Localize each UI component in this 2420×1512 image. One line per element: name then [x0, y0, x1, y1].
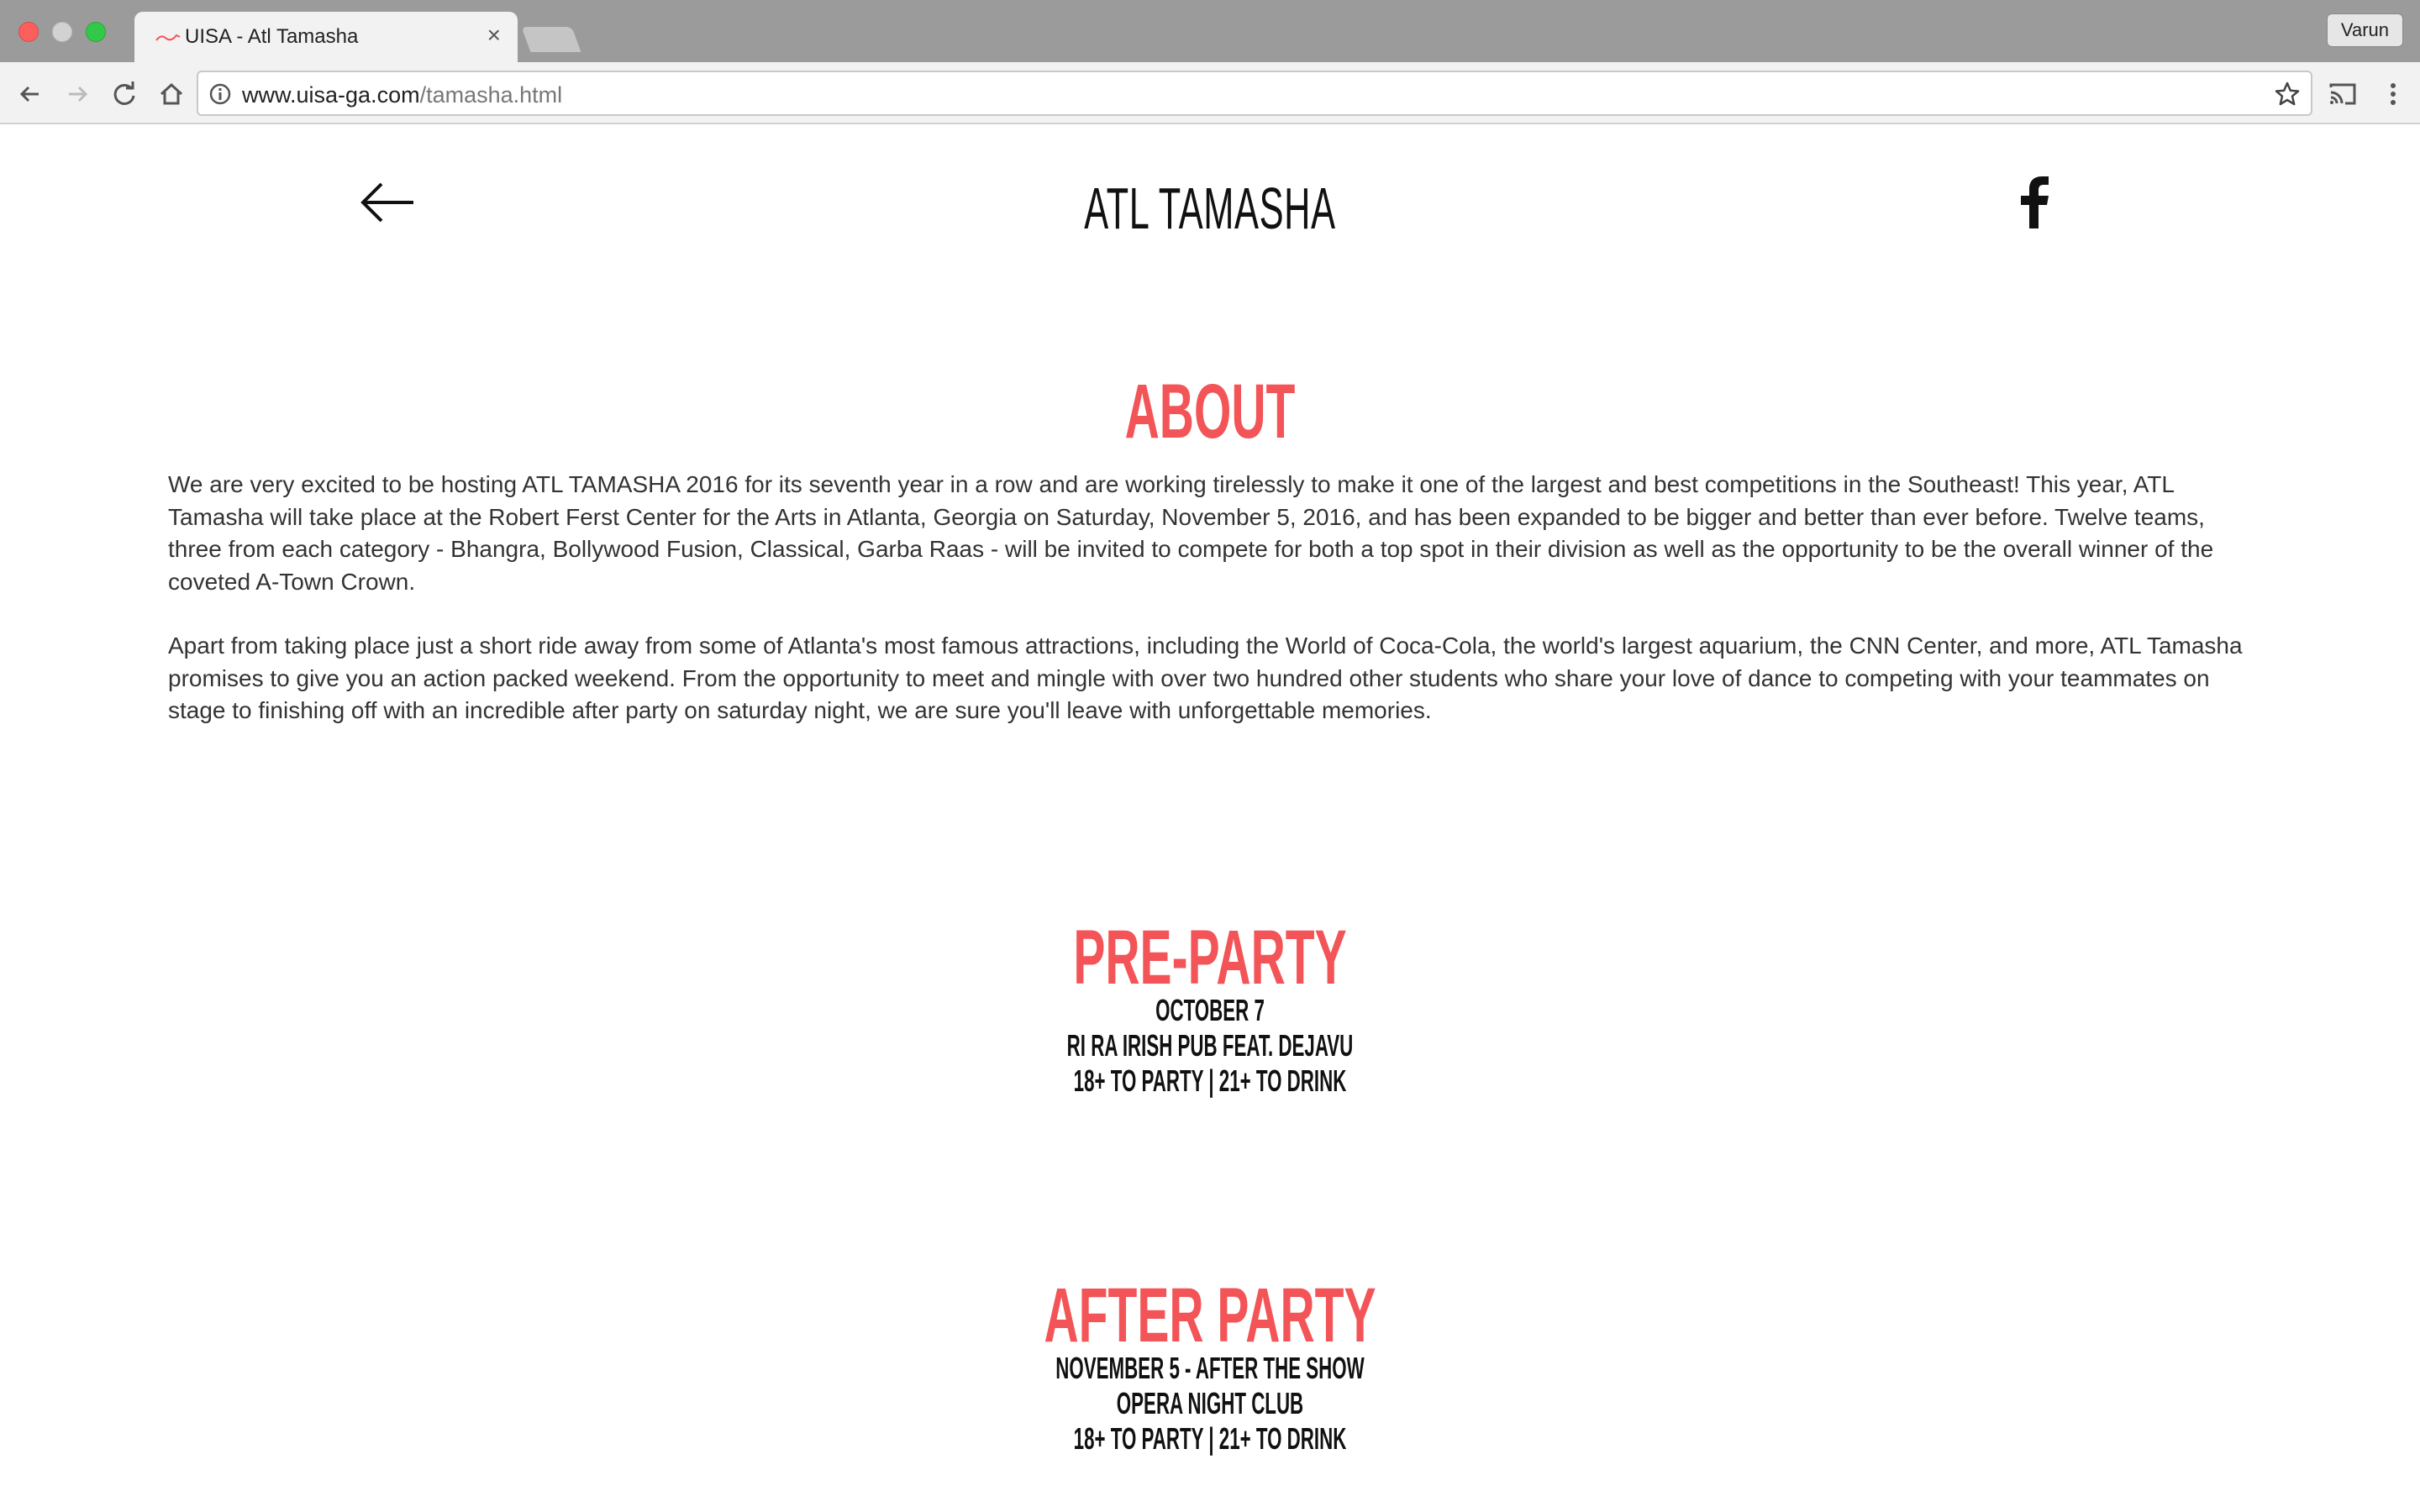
back-arrow-icon[interactable] [360, 181, 415, 223]
about-paragraph: We are very excited to be hosting ATL TA… [168, 471, 2214, 595]
url-text[interactable]: www.uisa-ga.com/tamasha.html [242, 82, 562, 108]
back-icon [19, 86, 39, 102]
after-party-date: NOVEMBER 5 - AFTER THE SHOW [1055, 1351, 1365, 1385]
page-title: ATL TAMASHA [1084, 176, 1336, 241]
forward-icon [69, 86, 88, 102]
cast-icon[interactable] [2326, 77, 2360, 111]
info-icon[interactable] [208, 82, 232, 106]
window-close-button[interactable] [18, 22, 39, 42]
bookmark-star-icon[interactable] [2274, 81, 2301, 108]
url-path: /tamasha.html [419, 82, 563, 108]
tab-title: UISA - Atl Tamasha [185, 25, 359, 48]
pre-party-age: 18+ TO PARTY | 21+ TO DRINK [1073, 1063, 1347, 1098]
after-party-venue: OPERA NIGHT CLUB [1116, 1386, 1304, 1420]
forward-button[interactable] [60, 77, 94, 111]
page-content: ATL TAMASHA ABOUT We are very excited to… [0, 124, 2420, 1512]
profile-button[interactable]: Varun [2326, 13, 2403, 47]
facebook-icon[interactable] [2015, 176, 2052, 228]
menu-icon[interactable] [2383, 77, 2403, 111]
about-paragraph: Apart from taking place just a short rid… [168, 633, 2243, 723]
pre-party-date: OCTOBER 7 [1155, 993, 1265, 1027]
after-party-heading: AFTER PARTY [1044, 1273, 1376, 1358]
url-domain: www.uisa-ga.com [242, 82, 420, 108]
home-icon [160, 82, 183, 105]
site-favicon-icon [155, 34, 181, 41]
about-text: We are very excited to be hosting ATL TA… [168, 469, 2252, 759]
back-button[interactable] [13, 77, 47, 111]
window-maximize-button[interactable] [86, 22, 106, 42]
pre-party-heading: PRE-PARTY [1073, 915, 1347, 1000]
home-button[interactable] [155, 77, 188, 111]
browser-tab-active[interactable]: UISA - Atl Tamasha × [134, 12, 518, 62]
after-party-age: 18+ TO PARTY | 21+ TO DRINK [1073, 1421, 1347, 1456]
new-tab-button[interactable] [521, 27, 581, 52]
browser-toolbar: www.uisa-ga.com/tamasha.html [0, 62, 2420, 124]
tab-close-icon[interactable]: × [487, 24, 501, 47]
browser-tabstrip: UISA - Atl Tamasha × Varun [0, 0, 2420, 62]
reload-button[interactable] [108, 77, 141, 111]
window-minimize-button[interactable] [52, 22, 72, 42]
reload-icon [113, 81, 135, 105]
pre-party-venue: RI RA IRISH PUB FEAT. DEJAVU [1066, 1028, 1354, 1063]
address-bar[interactable]: www.uisa-ga.com/tamasha.html [197, 71, 2312, 116]
about-heading: ABOUT [1124, 369, 1296, 454]
